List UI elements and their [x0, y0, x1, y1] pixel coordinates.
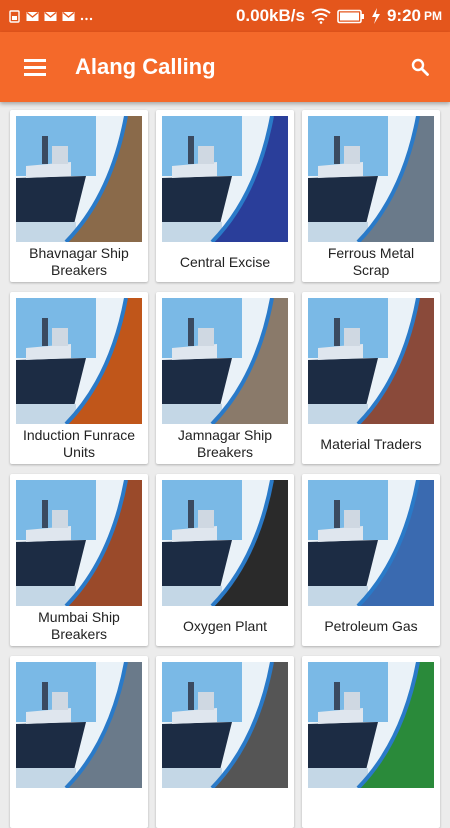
customs-emblem-image — [162, 116, 288, 242]
ship-wheel-image — [308, 298, 434, 424]
category-label: Induction Funrace Units — [22, 427, 136, 460]
battery-icon — [337, 9, 364, 23]
category-label: Bhavnagar Ship Breakers — [29, 245, 129, 278]
service-tax-logo-image — [308, 662, 434, 788]
category-label: Jamnagar Ship Breakers — [177, 427, 273, 460]
more-dots-icon — [80, 17, 93, 20]
category-label: Oxygen Plant — [182, 617, 268, 634]
rusty-hull-image — [16, 480, 142, 606]
category-card[interactable]: Oxygen Plant — [156, 474, 294, 646]
category-card[interactable]: Jamnagar Ship Breakers — [156, 292, 294, 464]
category-card[interactable]: Petroleum Gas — [302, 474, 440, 646]
mail-icon — [26, 11, 39, 21]
scrap-worker-image — [308, 116, 434, 242]
sim-card-icon — [9, 9, 20, 23]
status-bar: 0.00kB/s 9:20 PM — [0, 0, 450, 32]
category-card[interactable]: Induction Funrace Units — [10, 292, 148, 464]
category-card[interactable] — [10, 656, 148, 828]
scrap-worker-image — [16, 662, 142, 788]
mail-icon — [62, 11, 75, 21]
clock-time: 9:20 — [386, 6, 421, 25]
charging-bolt-icon — [371, 8, 380, 24]
network-speed: 0.00kB/s — [235, 6, 305, 25]
wifi-icon — [311, 8, 331, 24]
category-label — [308, 788, 434, 828]
clock-ampm: PM — [424, 9, 442, 23]
search-icon — [411, 58, 429, 76]
category-label: Material Traders — [320, 435, 422, 452]
category-grid: Bhavnagar Ship Breakers Central Excise Fer… — [10, 110, 440, 828]
category-card[interactable]: Central Excise — [156, 110, 294, 282]
ship-breaking-hull-image — [16, 116, 142, 242]
category-label: Central Excise — [179, 253, 271, 270]
category-card[interactable]: Material Traders — [302, 292, 440, 464]
category-label: Mumbai Ship Breakers — [38, 609, 120, 642]
molten-metal-furnace-image — [16, 298, 142, 424]
gas-cylinders-image — [162, 480, 288, 606]
category-card[interactable]: Ferrous Metal Scrap — [302, 110, 440, 282]
app-title: Alang Calling — [75, 54, 216, 79]
category-label: Petroleum Gas — [324, 617, 418, 634]
lpg-cylinders-image — [308, 480, 434, 606]
search-button[interactable] — [390, 32, 450, 102]
category-label — [16, 788, 142, 828]
category-label: Ferrous Metal Scrap — [327, 245, 415, 278]
category-card[interactable] — [156, 656, 294, 828]
menu-button[interactable] — [0, 32, 70, 102]
steel-rebar-image — [162, 662, 288, 788]
category-card[interactable] — [302, 656, 440, 828]
category-card[interactable]: Mumbai Ship Breakers — [10, 474, 148, 646]
mail-icon — [44, 11, 57, 21]
category-card[interactable]: Bhavnagar Ship Breakers — [10, 110, 148, 282]
beached-ship-image — [162, 298, 288, 424]
notification-icons — [8, 9, 93, 23]
hamburger-menu-icon — [24, 59, 46, 76]
app-bar: Alang Calling — [0, 32, 450, 102]
category-label — [162, 788, 288, 828]
